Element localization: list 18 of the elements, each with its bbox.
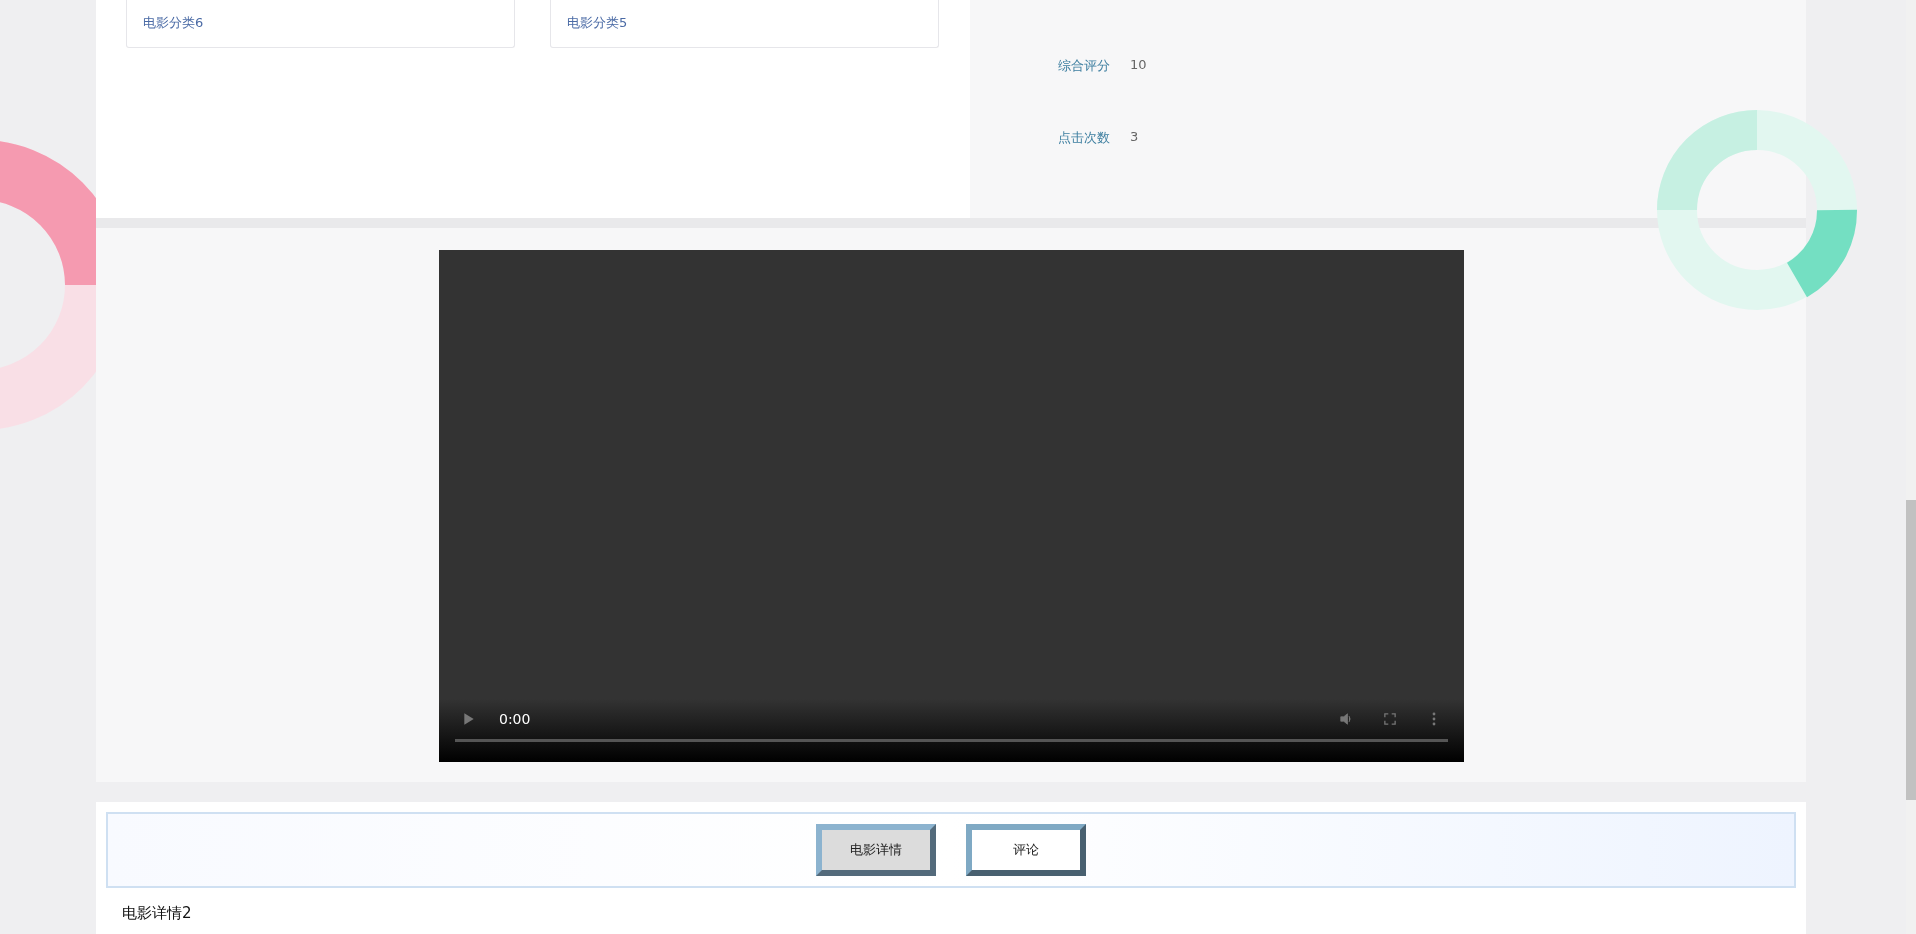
tab[interactable]: 评论 — [966, 824, 1086, 876]
video-time: 0:00 — [499, 711, 531, 727]
fullscreen-icon[interactable] — [1384, 712, 1396, 726]
detail-value: 3 — [1130, 129, 1139, 146]
detail-value: 10 — [1130, 57, 1147, 74]
volume-icon[interactable] — [1340, 712, 1352, 726]
category-link[interactable]: 电影分类5 — [567, 15, 628, 30]
detail-label: 综合评分 — [1058, 57, 1110, 75]
scroll-thumb[interactable] — [1906, 500, 1916, 800]
play-icon[interactable] — [463, 712, 475, 726]
category-link[interactable]: 电影分类6 — [143, 15, 204, 30]
category-card[interactable]: 电影分类6 — [126, 0, 515, 48]
category-card[interactable]: 电影分类5 — [550, 0, 939, 48]
progress-track[interactable] — [455, 739, 1448, 742]
detail-label: 点击次数 — [1058, 129, 1110, 147]
video-player[interactable]: 0:00 — [439, 250, 1464, 762]
detail-text: 电影详情2 — [121, 904, 193, 923]
tab[interactable]: 电影详情 — [816, 824, 936, 876]
